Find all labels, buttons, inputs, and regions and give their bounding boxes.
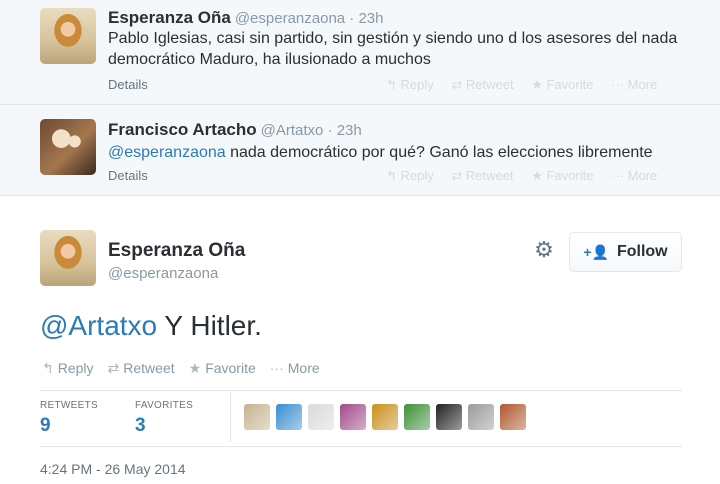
reply-button[interactable]: ↰ Reply <box>42 360 94 377</box>
more-button[interactable]: ··· More <box>270 360 320 377</box>
retweet-label: Retweet <box>123 360 175 376</box>
retweet-icon: ⇄ <box>107 360 120 376</box>
mention-link[interactable]: @Artatxo <box>40 310 157 341</box>
retweets-count[interactable]: 9 <box>40 415 98 437</box>
favorite-button[interactable]: ★ Favorite <box>189 360 256 377</box>
favorite-action[interactable]: ★ Favorite <box>531 168 593 183</box>
add-user-icon: +👤 <box>583 243 609 260</box>
more-action[interactable]: ··· More <box>611 168 657 183</box>
favorite-label: Favorite <box>205 360 256 376</box>
tweet-actions: ↰ Reply ⇄ Retweet ★ Favorite ··· More <box>372 168 657 184</box>
more-label: More <box>287 360 320 376</box>
tweet-text: Pablo Iglesias, casi sin partido, sin ge… <box>108 30 678 68</box>
favorites-stat[interactable]: FAVORITES 3 <box>135 400 193 437</box>
author-name[interactable]: Esperanza Oña <box>108 8 231 27</box>
author-handle[interactable]: @esperanzaona · 23h <box>235 10 384 27</box>
stat-separator <box>230 392 231 442</box>
tweet-text: @esperanzaona nada democrático por qué? … <box>108 142 678 163</box>
more-action[interactable]: ··· More <box>611 77 657 92</box>
reply-icon: ↰ <box>42 360 54 376</box>
tweet-body: Y Hitler. <box>157 310 262 341</box>
favoriter-avatar[interactable] <box>468 404 494 430</box>
tweet-author[interactable]: Esperanza Oña @esperanzaona · 23h <box>108 8 384 28</box>
favoriter-avatar[interactable] <box>308 404 334 430</box>
retweets-stat[interactable]: RETWEETS 9 <box>40 400 98 437</box>
tweet-author[interactable]: Francisco Artacho @Artatxo · 23h <box>108 120 362 140</box>
main-avatar[interactable] <box>40 230 96 286</box>
details-link[interactable]: Details <box>108 168 148 183</box>
follow-button[interactable]: +👤 Follow <box>569 232 682 272</box>
tweet-timestamp[interactable]: 4:24 PM - 26 May 2014 <box>40 461 186 477</box>
avatar[interactable] <box>40 119 96 175</box>
favoriter-avatar[interactable] <box>436 404 462 430</box>
favoriter-avatar[interactable] <box>276 404 302 430</box>
main-author-handle[interactable]: @esperanzaona <box>108 265 218 282</box>
avatar[interactable] <box>40 8 96 64</box>
details-link[interactable]: Details <box>108 77 148 92</box>
favorites-count[interactable]: 3 <box>135 415 193 437</box>
follow-label: Follow <box>616 243 668 260</box>
favorite-action[interactable]: ★ Favorite <box>531 77 593 92</box>
reply-action[interactable]: ↰ Reply <box>386 77 434 92</box>
favoriter-avatar[interactable] <box>372 404 398 430</box>
gear-icon[interactable]: ⚙ <box>532 238 556 262</box>
favoriter-avatar[interactable] <box>500 404 526 430</box>
retweet-action[interactable]: ⇄ Retweet <box>451 77 513 92</box>
author-handle[interactable]: @Artatxo · 23h <box>261 122 362 139</box>
main-author-name[interactable]: Esperanza Oña <box>108 240 245 262</box>
favorites-label: FAVORITES <box>135 400 194 411</box>
reply-label: Reply <box>57 360 94 376</box>
context-tweet-1[interactable]: Esperanza Oña @esperanzaona · 23h Pablo I… <box>0 0 720 105</box>
divider <box>40 446 682 447</box>
main-tweet-actions: ↰ Reply ⇄ Retweet ★ Favorite ··· More <box>42 360 320 377</box>
favoriter-avatar[interactable] <box>340 404 366 430</box>
context-tweet-2[interactable]: Francisco Artacho @Artatxo · 23h @esperan… <box>0 105 720 196</box>
reply-action[interactable]: ↰ Reply <box>386 168 434 183</box>
tweet-body: nada democrático por qué? Ganó las elecc… <box>225 144 653 161</box>
retweet-button[interactable]: ⇄ Retweet <box>108 360 175 377</box>
favoriter-avatar[interactable] <box>404 404 430 430</box>
divider <box>40 390 682 391</box>
favoriter-avatars <box>244 404 526 430</box>
retweet-action[interactable]: ⇄ Retweet <box>451 168 513 183</box>
tweet-actions: ↰ Reply ⇄ Retweet ★ Favorite ··· More <box>372 77 657 93</box>
more-icon: ··· <box>269 360 284 376</box>
star-icon: ★ <box>188 360 202 376</box>
author-name[interactable]: Francisco Artacho <box>108 120 257 139</box>
main-tweet-text: @Artatxo Y Hitler. <box>40 310 262 342</box>
mention-link[interactable]: @esperanzaona <box>108 144 226 161</box>
favoriter-avatar[interactable] <box>244 404 270 430</box>
retweets-label: RETWEETS <box>40 400 98 411</box>
